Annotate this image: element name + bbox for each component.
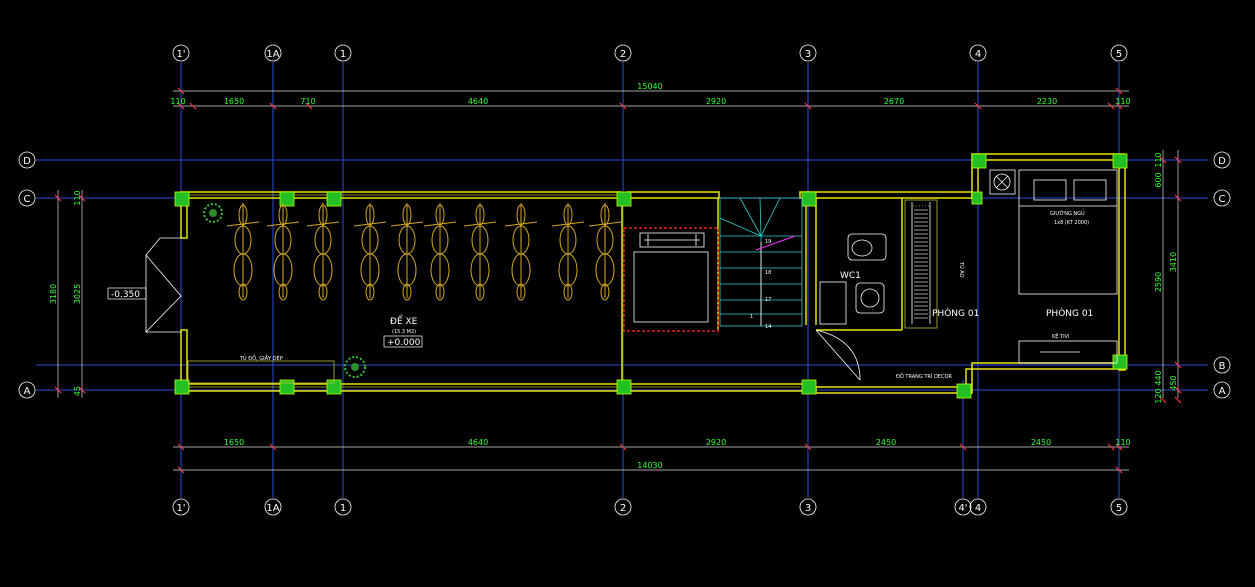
dimension-ticks bbox=[54, 87, 1182, 474]
elevator-shaft bbox=[623, 227, 719, 332]
dim-right-partial: 450 bbox=[1169, 375, 1178, 390]
room-label-wc: WC1 bbox=[840, 271, 861, 281]
axis-label-top-1a: 1A bbox=[266, 49, 279, 60]
dim-right-3: 440 bbox=[1154, 370, 1163, 385]
dim-top-7: 110 bbox=[1115, 97, 1130, 106]
entrance-door bbox=[107, 237, 182, 333]
axis-label-top-1: 1 bbox=[340, 49, 346, 60]
axis-label-right-b: B bbox=[1219, 361, 1226, 372]
motorbike-icon bbox=[226, 203, 260, 301]
axis-label-right-a: A bbox=[1219, 386, 1226, 397]
axis-bubbles-top bbox=[172, 44, 1128, 62]
axis-label-bottom-5: 5 bbox=[1116, 503, 1122, 514]
dimension-lines bbox=[57, 90, 1179, 471]
plant-icon bbox=[203, 203, 223, 223]
dim-top-5: 2670 bbox=[884, 97, 904, 106]
dim-bottom-2: 2920 bbox=[706, 438, 726, 447]
dim-left-outer: 3180 bbox=[49, 284, 58, 304]
axis-label-top-2: 2 bbox=[620, 49, 626, 60]
room-label-parking: ĐỂ XE bbox=[390, 314, 418, 327]
wardrobe-hatching bbox=[914, 209, 928, 319]
dim-right-1: 600 bbox=[1154, 172, 1163, 187]
axis-label-bottom-4p: 4' bbox=[958, 503, 967, 514]
motorbike-icon bbox=[504, 203, 538, 301]
dim-right-4: 120 bbox=[1154, 388, 1163, 403]
stair-step-number: 18 bbox=[765, 270, 771, 276]
shoe-cabinet-label: TỦ ĐỒ, GIẦY DÉP bbox=[239, 353, 283, 362]
axis-label-right-c: C bbox=[1219, 194, 1226, 205]
motorbike-icon bbox=[353, 203, 387, 301]
dim-top-4: 2920 bbox=[706, 97, 726, 106]
dim-right-total: 3410 bbox=[1169, 252, 1178, 272]
motorbike-icon bbox=[463, 203, 497, 301]
room-area-parking: (15.3 M2) bbox=[392, 329, 416, 335]
dim-bottom-3: 2450 bbox=[876, 438, 896, 447]
motorbike-icon bbox=[390, 203, 424, 301]
stair-step-number: 1 bbox=[750, 314, 753, 320]
dim-overall-bottom: 14030 bbox=[637, 461, 662, 470]
axis-label-bottom-1: 1 bbox=[340, 503, 346, 514]
bed-size-label: 1x8 (KT 2000) bbox=[1054, 220, 1089, 226]
room-label-right: PHÒNG 01 bbox=[1046, 307, 1093, 319]
dim-bottom-4: 2450 bbox=[1031, 438, 1051, 447]
axis-label-bottom-4: 4 bbox=[975, 503, 981, 514]
axis-label-top-5: 5 bbox=[1116, 49, 1122, 60]
axis-label-top-4: 4 bbox=[975, 49, 981, 60]
dim-right-0: 110 bbox=[1154, 152, 1163, 167]
stair-step-number: 19 bbox=[765, 239, 771, 245]
axis-label-top-3: 3 bbox=[805, 49, 811, 60]
motorbike-icon bbox=[266, 203, 300, 301]
dim-top-0: 110 bbox=[170, 97, 185, 106]
bed bbox=[1018, 169, 1118, 295]
motorbike-icon bbox=[551, 203, 585, 301]
dim-top-3: 4640 bbox=[468, 97, 488, 106]
axis-label-left-c: C bbox=[24, 194, 31, 205]
motorbike-icon bbox=[423, 203, 457, 301]
dim-right-2: 2590 bbox=[1154, 272, 1163, 292]
stair-step-number: 14 bbox=[765, 324, 771, 330]
dim-top-2: 710 bbox=[300, 97, 315, 106]
level-parking: +0.000 bbox=[387, 338, 421, 348]
dim-top-1: 1650 bbox=[224, 97, 244, 106]
wardrobe-label: TỦ ÁO bbox=[958, 261, 966, 278]
bed-label: GIƯỜNG NGỦ bbox=[1050, 209, 1085, 217]
motorbikes bbox=[226, 203, 622, 301]
axis-label-top-1p: 1' bbox=[176, 49, 185, 60]
dim-top-6: 2230 bbox=[1037, 97, 1057, 106]
axis-label-bottom-3: 3 bbox=[805, 503, 811, 514]
air-conditioner bbox=[989, 169, 1016, 195]
wc-fixtures bbox=[815, 233, 887, 381]
floor-plan-drawing: 1' 1A 1 2 3 4 5 1' 1A 1 2 3 4' 4 5 D C A… bbox=[18, 44, 1231, 516]
dim-overall-top: 15040 bbox=[637, 82, 662, 91]
shoe-cabinet bbox=[187, 360, 335, 384]
dim-bottom-5: 110 bbox=[1115, 438, 1130, 447]
tv-shelf-label: KỆ TIVI bbox=[1052, 332, 1069, 340]
motorbike-icon bbox=[588, 203, 622, 301]
level-outside: -0.350 bbox=[111, 290, 140, 300]
dim-left-inner: 3025 bbox=[73, 284, 82, 304]
room-label-left: PHÒNG 01 bbox=[932, 307, 979, 319]
dim-bottom-1: 4640 bbox=[468, 438, 488, 447]
axis-label-left-a: A bbox=[24, 386, 31, 397]
decor-label: ĐỒ TRANG TRÍ DECOR bbox=[896, 371, 952, 380]
dim-left-small-bottom: 45 bbox=[73, 386, 82, 396]
axis-bubbles-bottom bbox=[172, 498, 1128, 516]
motorbike-icon bbox=[306, 203, 340, 301]
dim-bottom-0: 1650 bbox=[224, 438, 244, 447]
axis-label-bottom-1a: 1A bbox=[266, 503, 279, 514]
dim-left-small-top: 110 bbox=[73, 190, 82, 205]
staircase bbox=[719, 197, 803, 327]
axis-label-right-d: D bbox=[1218, 156, 1226, 167]
axis-label-bottom-2: 2 bbox=[620, 503, 626, 514]
axis-label-bottom-1p: 1' bbox=[176, 503, 185, 514]
axis-label-left-d: D bbox=[23, 156, 31, 167]
stair-step-number: 17 bbox=[765, 297, 771, 303]
plant-icon bbox=[344, 356, 366, 378]
